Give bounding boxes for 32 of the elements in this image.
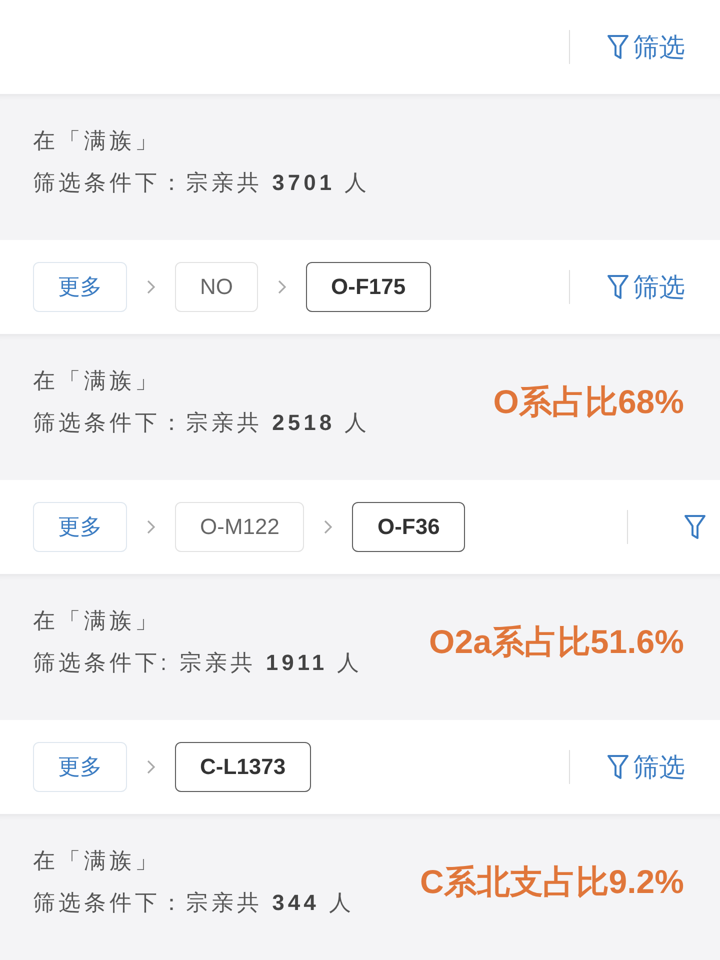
breadcrumb-chip[interactable]: O-F36 xyxy=(352,502,465,552)
chevron-right-icon xyxy=(146,279,156,295)
chevron-right-icon xyxy=(277,279,287,295)
scope-text: 在「满族」 xyxy=(33,127,162,155)
filter-icon xyxy=(607,34,629,60)
more-button[interactable]: 更多 xyxy=(33,742,127,792)
filter-icon xyxy=(607,274,629,300)
scope-text: 在「满族」 xyxy=(33,847,162,875)
chevron-right-icon xyxy=(146,759,156,775)
scope-text: 在「满族」 xyxy=(33,607,162,635)
filter-button[interactable] xyxy=(684,514,706,540)
more-button[interactable]: 更多 xyxy=(33,502,127,552)
breadcrumb-chip[interactable]: NO xyxy=(175,262,258,312)
scope-text: 在「满族」 xyxy=(33,367,162,395)
count-text: 筛选条件下: 宗亲共 1911 人 xyxy=(33,649,363,677)
percentage-note: O2a系占比51.6% xyxy=(429,622,684,662)
filter-icon xyxy=(607,754,629,780)
filter-button[interactable]: 筛选 xyxy=(607,750,685,784)
filter-button[interactable]: 筛选 xyxy=(607,30,685,64)
more-button[interactable]: 更多 xyxy=(33,262,127,312)
filter-button[interactable]: 筛选 xyxy=(607,270,685,304)
percentage-note: C系北支占比9.2% xyxy=(420,862,684,902)
chevron-right-icon xyxy=(323,519,334,535)
count-text: 筛选条件下：宗亲共 2518 人 xyxy=(33,409,370,437)
count-text: 筛选条件下：宗亲共 344 人 xyxy=(33,889,354,917)
breadcrumb-chip[interactable]: O-M122 xyxy=(175,502,304,552)
chevron-right-icon xyxy=(146,519,156,535)
filter-icon xyxy=(684,514,706,540)
breadcrumb-chip[interactable]: C-L1373 xyxy=(175,742,311,792)
percentage-note: O系占比68% xyxy=(493,382,684,422)
breadcrumb-chip[interactable]: O-F175 xyxy=(306,262,431,312)
count-text: 筛选条件下：宗亲共 3701 人 xyxy=(33,169,370,197)
